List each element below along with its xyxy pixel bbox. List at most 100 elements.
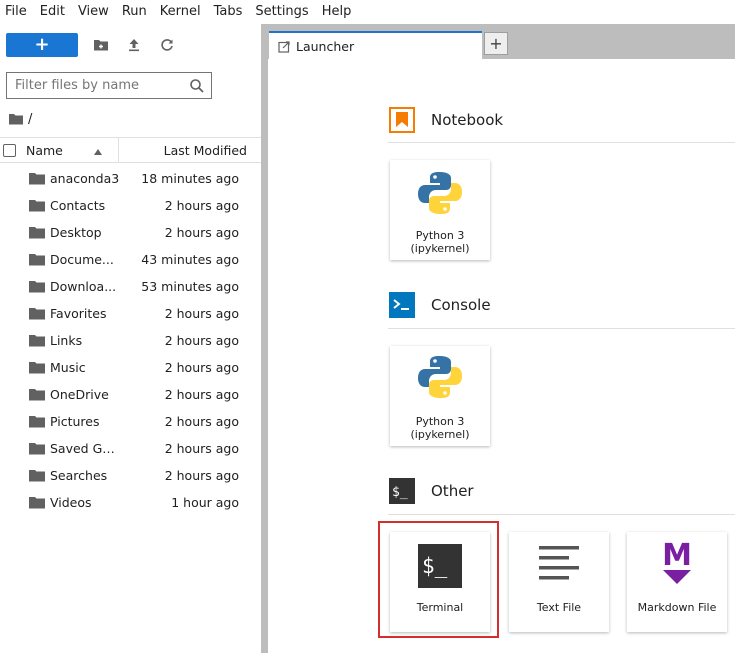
file-row[interactable]: Videos 1 hour ago <box>0 489 261 516</box>
folder-icon <box>29 335 45 347</box>
console-icon <box>389 292 415 318</box>
markdown-icon: M <box>662 540 692 584</box>
folder-icon <box>29 497 45 509</box>
file-modified: 2 hours ago <box>164 198 239 213</box>
search-icon <box>190 78 204 93</box>
file-name: anaconda3 <box>50 171 120 186</box>
section-console-title: Console <box>431 296 491 314</box>
file-row[interactable]: Music 2 hours ago <box>0 354 261 381</box>
menu-file[interactable]: File <box>0 0 27 24</box>
menu-help[interactable]: Help <box>317 0 352 24</box>
menu-settings[interactable]: Settings <box>250 0 308 24</box>
folder-icon <box>29 200 45 212</box>
notebook-icon <box>389 107 415 133</box>
file-name: Music <box>50 360 86 375</box>
breadcrumb-root[interactable]: / <box>28 112 32 127</box>
file-row[interactable]: anaconda3 18 minutes ago <box>0 165 261 192</box>
menu-edit[interactable]: Edit <box>35 0 65 24</box>
file-name: Downloa... <box>50 279 117 294</box>
text-file-icon <box>539 546 579 580</box>
file-row[interactable]: Favorites 2 hours ago <box>0 300 261 327</box>
file-modified: 2 hours ago <box>164 387 239 402</box>
terminal-icon: $_ <box>389 478 415 504</box>
svg-text:$_: $_ <box>392 485 408 500</box>
upload-icon <box>129 39 139 52</box>
file-modified: 2 hours ago <box>164 306 239 321</box>
filter-files-input[interactable] <box>7 77 189 94</box>
markdown-file-card[interactable]: M Markdown File <box>627 532 727 632</box>
card-label: Python 3 (ipykernel) <box>410 229 470 255</box>
select-all-checkbox[interactable] <box>3 143 16 157</box>
file-name: Searches <box>50 468 108 483</box>
notebook-python3-card[interactable]: Python 3 (ipykernel) <box>390 160 490 260</box>
file-modified: 2 hours ago <box>164 225 239 240</box>
folder-icon[interactable] <box>9 113 23 125</box>
terminal-highlight-box <box>378 521 499 638</box>
file-modified: 43 minutes ago <box>141 252 239 267</box>
file-row[interactable]: Docume... 43 minutes ago <box>0 246 261 273</box>
plus-icon: + <box>489 33 503 53</box>
file-browser-panel: + / Name Last Modified anaconda3 18 minut… <box>0 24 261 653</box>
file-list: anaconda3 18 minutes ago Contacts 2 hours a… <box>0 165 261 516</box>
console-python3-card[interactable]: Python 3 (ipykernel) <box>390 346 490 446</box>
python-logo-icon <box>418 356 462 398</box>
file-modified: 2 hours ago <box>164 414 239 429</box>
sort-ascending-icon[interactable] <box>94 143 104 158</box>
section-divider <box>388 142 735 143</box>
file-row[interactable]: Saved Ga... 2 hours ago <box>0 435 261 462</box>
python-logo-icon <box>418 172 462 214</box>
refresh-icon <box>161 39 173 51</box>
file-row[interactable]: Desktop 2 hours ago <box>0 219 261 246</box>
file-name: Saved Ga... <box>50 441 120 456</box>
menu-tabs[interactable]: Tabs <box>209 0 243 24</box>
folder-icon <box>29 416 45 428</box>
card-label: Python 3 (ipykernel) <box>410 415 470 441</box>
file-name: OneDrive <box>50 387 109 402</box>
folder-icon <box>29 362 45 374</box>
add-tab-button[interactable]: + <box>484 32 508 55</box>
folder-icon <box>29 281 45 293</box>
file-name: Contacts <box>50 198 106 213</box>
upload-button[interactable] <box>124 35 144 55</box>
file-row[interactable]: OneDrive 2 hours ago <box>0 381 261 408</box>
column-header-last-modified[interactable]: Last Modified <box>119 143 261 158</box>
menu-view[interactable]: View <box>73 0 109 24</box>
section-other: $_ Other <box>389 478 474 504</box>
panel-splitter[interactable] <box>261 24 268 653</box>
file-modified: 2 hours ago <box>164 468 239 483</box>
tab-launcher-label: Launcher <box>296 39 355 54</box>
new-folder-icon <box>94 40 108 51</box>
new-folder-button[interactable] <box>91 35 111 55</box>
file-row[interactable]: Searches 2 hours ago <box>0 462 261 489</box>
folder-icon <box>29 389 45 401</box>
file-row[interactable]: Contacts 2 hours ago <box>0 192 261 219</box>
file-modified: 2 hours ago <box>164 333 239 348</box>
section-console: Console <box>389 292 491 318</box>
section-divider <box>388 514 735 515</box>
tab-launcher[interactable]: Launcher <box>269 31 482 60</box>
file-name: Docume... <box>50 252 114 267</box>
file-name: Pictures <box>50 414 100 429</box>
section-notebook-title: Notebook <box>431 111 504 129</box>
folder-icon <box>29 443 45 455</box>
file-browser-toolbar: + <box>6 33 177 57</box>
file-row[interactable]: Links 2 hours ago <box>0 327 261 354</box>
file-row[interactable]: Pictures 2 hours ago <box>0 408 261 435</box>
card-label: Markdown File <box>637 601 717 614</box>
menu-kernel[interactable]: Kernel <box>155 0 201 24</box>
folder-icon <box>29 308 45 320</box>
column-header-name[interactable]: Name <box>26 143 92 158</box>
launcher-icon <box>278 40 290 53</box>
file-name: Videos <box>50 495 92 510</box>
menu-run[interactable]: Run <box>117 0 147 24</box>
file-row[interactable]: Downloa... 53 minutes ago <box>0 273 261 300</box>
folder-icon <box>29 470 45 482</box>
file-name: Desktop <box>50 225 102 240</box>
card-label: Text File <box>536 601 582 614</box>
file-modified: 2 hours ago <box>164 441 239 456</box>
folder-icon <box>29 173 45 185</box>
new-launcher-button[interactable]: + <box>6 33 78 57</box>
refresh-button[interactable] <box>157 35 177 55</box>
file-list-header: Name Last Modified <box>0 137 261 163</box>
text-file-card[interactable]: Text File <box>509 532 609 632</box>
